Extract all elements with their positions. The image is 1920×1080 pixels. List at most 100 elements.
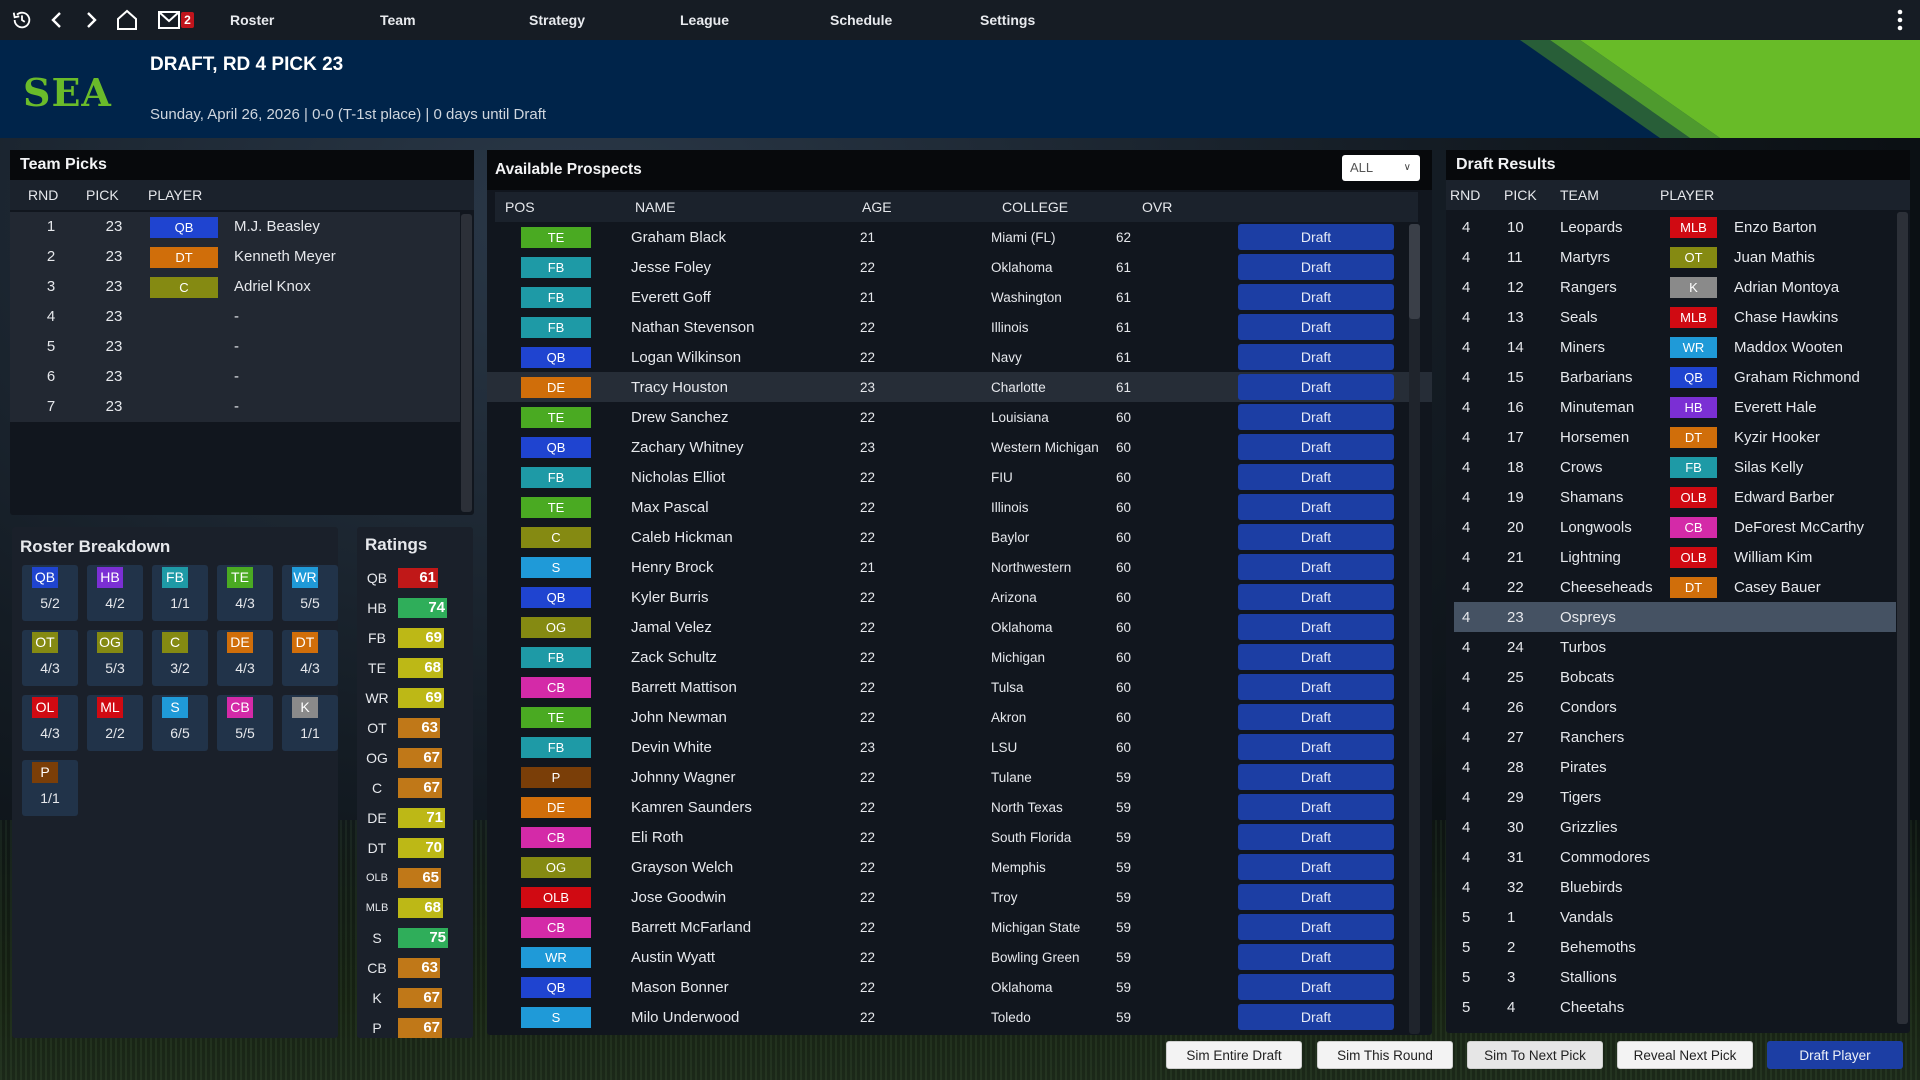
prospect-row[interactable]: FB Devin White 23 LSU 60 Draft [487, 732, 1432, 762]
prospect-row[interactable]: FB Everett Goff 21 Washington 61 Draft [487, 282, 1432, 312]
mail-button[interactable]: 2 [156, 0, 196, 40]
history-icon[interactable] [8, 0, 36, 40]
sim-entire-draft-button[interactable]: Sim Entire Draft [1166, 1041, 1302, 1069]
prospect-name[interactable]: Graham Black [631, 229, 856, 246]
roster-position-cell[interactable]: CB 5/5 [217, 695, 273, 751]
prospect-name[interactable]: Jamal Velez [631, 619, 856, 636]
prospect-row[interactable]: CB Barrett McFarland 22 Michigan State 59 Dra… [487, 912, 1432, 942]
roster-position-cell[interactable]: FB 1/1 [152, 565, 208, 621]
team-pick-row[interactable]: 2 23 DT Kenneth Meyer [10, 242, 460, 272]
draft-result-row[interactable]: 4 10 Leopards MLB Enzo Barton [1454, 212, 1896, 242]
col-pos[interactable]: POS [495, 192, 635, 222]
draft-result-row[interactable]: 4 20 Longwools CB DeForest McCarthy [1454, 512, 1896, 542]
prospect-name[interactable]: Nathan Stevenson [631, 319, 856, 336]
roster-position-cell[interactable]: S 6/5 [152, 695, 208, 751]
prospect-row[interactable]: DE Kamren Saunders 22 North Texas 59 Draft [487, 792, 1432, 822]
draft-result-row[interactable]: 4 19 Shamans OLB Edward Barber [1454, 482, 1896, 512]
draft-result-row[interactable]: 4 24 Turbos [1454, 632, 1896, 662]
draft-prospect-button[interactable]: Draft [1238, 584, 1394, 610]
team-pick-row[interactable]: 1 23 QB M.J. Beasley [10, 212, 460, 242]
draft-result-row[interactable]: 5 3 Stallions [1454, 962, 1896, 992]
roster-position-cell[interactable]: QB 5/2 [22, 565, 78, 621]
roster-position-cell[interactable]: WR 5/5 [282, 565, 338, 621]
prospect-row[interactable]: C Caleb Hickman 22 Baylor 60 Draft [487, 522, 1432, 552]
roster-position-cell[interactable]: TE 4/3 [217, 565, 273, 621]
team-pick-row[interactable]: 4 23 - [10, 302, 460, 332]
draft-prospect-button[interactable]: Draft [1238, 404, 1394, 430]
prospect-row[interactable]: S Milo Underwood 22 Toledo 59 Draft [487, 1002, 1432, 1032]
draft-prospect-button[interactable]: Draft [1238, 704, 1394, 730]
draft-prospect-button[interactable]: Draft [1238, 1004, 1394, 1030]
draft-prospect-button[interactable]: Draft [1238, 254, 1394, 280]
draft-prospect-button[interactable]: Draft [1238, 374, 1394, 400]
draft-result-row[interactable]: 4 11 Martyrs OT Juan Mathis [1454, 242, 1896, 272]
col-age[interactable]: AGE [862, 192, 1002, 222]
roster-position-cell[interactable]: OT 4/3 [22, 630, 78, 686]
roster-position-cell[interactable]: OL 4/3 [22, 695, 78, 751]
draft-prospect-button[interactable]: Draft [1238, 794, 1394, 820]
prospect-name[interactable]: Kamren Saunders [631, 799, 856, 816]
prospect-row[interactable]: OG Grayson Welch 22 Memphis 59 Draft [487, 852, 1432, 882]
draft-result-row[interactable]: 4 26 Condors [1454, 692, 1896, 722]
col-ovr[interactable]: OVR [1142, 192, 1202, 222]
prospect-name[interactable]: Johnny Wagner [631, 769, 856, 786]
prospect-name[interactable]: John Newman [631, 709, 856, 726]
team-pick-row[interactable]: 7 23 - [10, 392, 460, 422]
home-icon[interactable] [114, 0, 140, 40]
draft-prospect-button[interactable]: Draft [1238, 524, 1394, 550]
draft-result-row[interactable]: 4 18 Crows FB Silas Kelly [1454, 452, 1896, 482]
prospect-row[interactable]: FB Nathan Stevenson 22 Illinois 61 Draft [487, 312, 1432, 342]
prospect-name[interactable]: Grayson Welch [631, 859, 856, 876]
draft-prospect-button[interactable]: Draft [1238, 944, 1394, 970]
roster-position-cell[interactable]: K 1/1 [282, 695, 338, 751]
prospect-row[interactable]: TE Graham Black 21 Miami (FL) 62 Draft [487, 222, 1432, 252]
draft-result-row[interactable]: 5 1 Vandals [1454, 902, 1896, 932]
prospect-name[interactable]: Mason Bonner [631, 979, 856, 996]
draft-prospect-button[interactable]: Draft [1238, 554, 1394, 580]
draft-result-row[interactable]: 4 21 Lightning OLB William Kim [1454, 542, 1896, 572]
draft-result-row[interactable]: 4 29 Tigers [1454, 782, 1896, 812]
prospect-row[interactable]: TE John Newman 22 Akron 60 Draft [487, 702, 1432, 732]
draft-result-row[interactable]: 4 27 Ranchers [1454, 722, 1896, 752]
draft-result-row[interactable]: 4 17 Horsemen DT Kyzir Hooker [1454, 422, 1896, 452]
draft-result-row[interactable]: 4 28 Pirates [1454, 752, 1896, 782]
position-filter-select[interactable]: ALL ∨ [1342, 155, 1420, 181]
prospect-name[interactable]: Milo Underwood [631, 1009, 856, 1026]
sim-this-round-button[interactable]: Sim This Round [1317, 1041, 1453, 1069]
prospect-row[interactable]: QB Logan Wilkinson 22 Navy 61 Draft [487, 342, 1432, 372]
draft-prospect-button[interactable]: Draft [1238, 494, 1394, 520]
prospect-row[interactable]: WR Austin Wyatt 22 Bowling Green 59 Draft [487, 942, 1432, 972]
prospect-row[interactable]: QB Zachary Whitney 23 Western Michigan 60 Dra… [487, 432, 1432, 462]
nav-roster[interactable]: Roster [230, 0, 274, 40]
prospect-name[interactable]: Barrett Mattison [631, 679, 856, 696]
draft-prospect-button[interactable]: Draft [1238, 464, 1394, 490]
draft-result-row[interactable]: 5 4 Cheetahs [1454, 992, 1896, 1022]
prospect-name[interactable]: Tracy Houston [631, 379, 856, 396]
draft-prospect-button[interactable]: Draft [1238, 224, 1394, 250]
roster-position-cell[interactable]: ML 2/2 [87, 695, 143, 751]
roster-position-cell[interactable]: DT 4/3 [282, 630, 338, 686]
reveal-next-pick-button[interactable]: Reveal Next Pick [1617, 1041, 1753, 1069]
nav-league[interactable]: League [680, 0, 729, 40]
draft-prospect-button[interactable]: Draft [1238, 974, 1394, 1000]
prospect-row[interactable]: CB Barrett Mattison 22 Tulsa 60 Draft [487, 672, 1432, 702]
more-menu-icon[interactable] [1888, 0, 1912, 40]
prospect-name[interactable]: Austin Wyatt [631, 949, 856, 966]
prospect-name[interactable]: Max Pascal [631, 499, 856, 516]
prospect-name[interactable]: Everett Goff [631, 289, 856, 306]
prospect-row[interactable]: TE Drew Sanchez 22 Louisiana 60 Draft [487, 402, 1432, 432]
prospect-name[interactable]: Zachary Whitney [631, 439, 856, 456]
prospect-name[interactable]: Eli Roth [631, 829, 856, 846]
draft-result-row[interactable]: 4 14 Miners WR Maddox Wooten [1454, 332, 1896, 362]
prospect-row[interactable]: QB Kyler Burris 22 Arizona 60 Draft [487, 582, 1432, 612]
col-name[interactable]: NAME [635, 192, 862, 222]
team-pick-row[interactable]: 5 23 - [10, 332, 460, 362]
draft-result-row[interactable]: 4 32 Bluebirds [1454, 872, 1896, 902]
draft-result-row[interactable]: 4 31 Commodores [1454, 842, 1896, 872]
sim-to-next-pick-button[interactable]: Sim To Next Pick [1467, 1041, 1603, 1069]
prospect-name[interactable]: Jose Goodwin [631, 889, 856, 906]
draft-result-row[interactable]: 4 15 Barbarians QB Graham Richmond [1454, 362, 1896, 392]
draft-result-row[interactable]: 5 2 Behemoths [1454, 932, 1896, 962]
roster-position-cell[interactable]: DE 4/3 [217, 630, 273, 686]
draft-prospect-button[interactable]: Draft [1238, 824, 1394, 850]
